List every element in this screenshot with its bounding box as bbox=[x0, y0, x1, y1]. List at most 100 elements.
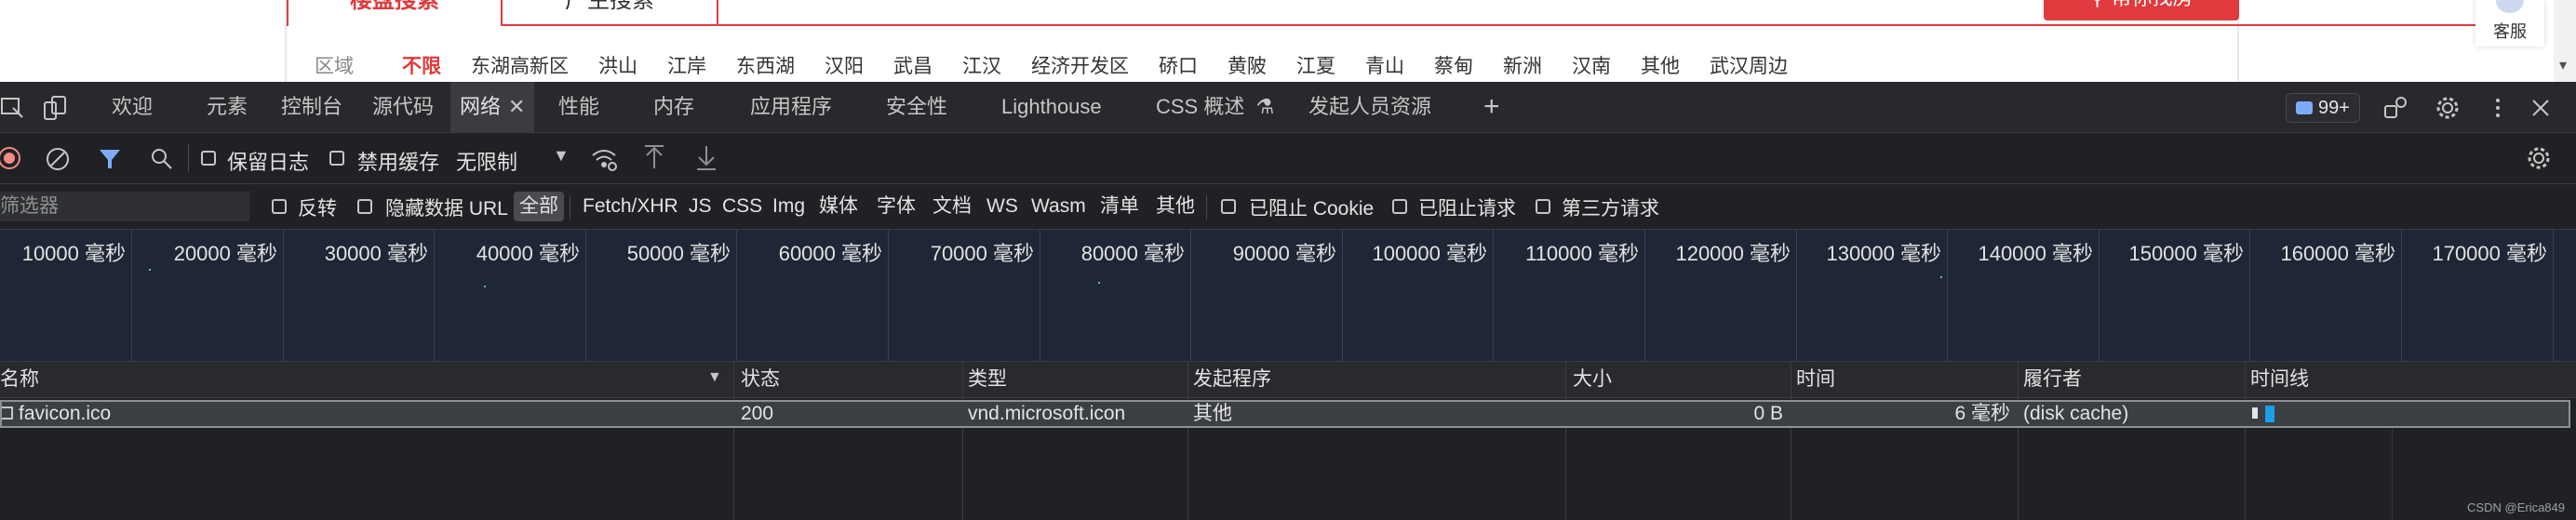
tab-developer-resources[interactable]: 发起人员资源 bbox=[1299, 82, 1441, 132]
overview-gridline bbox=[1796, 230, 1797, 361]
page-scrollbar[interactable]: ▾ bbox=[2554, 0, 2576, 82]
add-tab-icon[interactable]: + bbox=[1474, 82, 1509, 132]
more-options-icon[interactable] bbox=[2485, 95, 2511, 121]
type-filter-js[interactable]: JS bbox=[685, 192, 716, 221]
tab-welcome[interactable]: 欢迎 bbox=[102, 82, 162, 132]
column-header-name[interactable]: 名称 bbox=[0, 362, 39, 397]
chevron-down-icon[interactable]: ▼ bbox=[553, 146, 570, 166]
area-item[interactable]: 经济开发区 bbox=[1031, 51, 1129, 79]
gear-icon[interactable] bbox=[2435, 95, 2461, 121]
issues-count: 99+ bbox=[2318, 98, 2350, 118]
tab-elements[interactable]: 元素 bbox=[197, 82, 257, 132]
area-item[interactable]: 东西湖 bbox=[736, 51, 795, 79]
tab-building-search[interactable]: 楼盘搜索 bbox=[287, 0, 503, 26]
invert-checkbox[interactable] bbox=[272, 199, 287, 214]
record-icon[interactable] bbox=[0, 146, 24, 170]
tab-application[interactable]: 应用程序 bbox=[741, 82, 841, 132]
column-header-initiator[interactable]: 发起程序 bbox=[1193, 362, 1271, 397]
close-icon[interactable]: ✕ bbox=[508, 95, 525, 118]
tab-lighthouse[interactable]: Lighthouse bbox=[992, 82, 1111, 132]
tab-ad-search[interactable]: 广生搜索 bbox=[503, 0, 718, 26]
tab-performance[interactable]: 性能 bbox=[549, 82, 609, 132]
hide-data-urls-checkbox[interactable] bbox=[357, 199, 372, 214]
column-header-fulfilled-by[interactable]: 履行者 bbox=[2023, 362, 2082, 397]
preserve-log-checkbox[interactable] bbox=[201, 151, 216, 166]
column-header-status[interactable]: 状态 bbox=[741, 362, 780, 397]
find-house-button[interactable]: ⚲ 帮你找房 bbox=[2044, 0, 2239, 20]
tab-security[interactable]: 安全性 bbox=[877, 82, 957, 132]
request-name[interactable]: favicon.ico bbox=[19, 402, 111, 426]
area-item[interactable]: 武汉周边 bbox=[1710, 51, 1788, 79]
type-filter-ws[interactable]: WS bbox=[983, 192, 1022, 221]
area-item[interactable]: 江汉 bbox=[962, 51, 1001, 79]
inspect-icon[interactable] bbox=[0, 95, 26, 121]
disable-cache-checkbox[interactable] bbox=[329, 151, 344, 166]
overview-tick-label: 90000 毫秒 bbox=[1232, 242, 1336, 265]
area-item[interactable]: 其他 bbox=[1641, 51, 1680, 79]
column-header-waterfall[interactable]: 时间线 bbox=[2250, 362, 2309, 397]
web-page-area: 楼盘搜索 广生搜索 ⚲ 帮你找房 区域 不限 东湖高新区 洪山 江岸 东西湖 汉… bbox=[0, 0, 2576, 82]
tab-sources[interactable]: 源代码 bbox=[363, 82, 443, 132]
area-item[interactable]: 洪山 bbox=[598, 51, 637, 79]
overview-tick-label: 170000 毫秒 bbox=[2432, 242, 2547, 265]
scroll-down-icon[interactable]: ▾ bbox=[2559, 56, 2567, 74]
download-icon[interactable] bbox=[694, 144, 718, 172]
blocked-requests-checkbox[interactable] bbox=[1392, 199, 1407, 214]
overview-gridline bbox=[2099, 230, 2100, 361]
upload-icon[interactable] bbox=[642, 144, 666, 172]
area-item[interactable]: 青山 bbox=[1365, 51, 1404, 79]
area-item[interactable]: 东湖高新区 bbox=[471, 51, 569, 79]
type-filter-wasm[interactable]: Wasm bbox=[1027, 192, 1090, 221]
column-header-time[interactable]: 时间 bbox=[1796, 362, 1835, 397]
filter-input[interactable]: 筛选器 bbox=[0, 192, 249, 221]
sort-desc-icon[interactable]: ▼ bbox=[707, 369, 722, 386]
close-devtools-icon[interactable] bbox=[2528, 95, 2554, 121]
table-row[interactable]: favicon.ico 200 vnd.microsoft.icon 其他 0 … bbox=[0, 400, 2570, 428]
type-filter-img[interactable]: Img bbox=[769, 192, 809, 221]
overview-tick-label: 140000 毫秒 bbox=[1978, 242, 2093, 265]
clear-icon[interactable] bbox=[45, 146, 71, 172]
tab-memory[interactable]: 内存 bbox=[644, 82, 704, 132]
type-filter-all[interactable]: 全部 bbox=[514, 192, 564, 221]
area-item[interactable]: 不限 bbox=[402, 51, 441, 79]
issues-badge[interactable]: 99+ bbox=[2286, 93, 2360, 123]
type-filter-doc[interactable]: 文档 bbox=[929, 192, 975, 221]
area-item[interactable]: 江岸 bbox=[667, 51, 706, 79]
third-party-checkbox[interactable] bbox=[1536, 199, 1550, 214]
area-item[interactable]: 汉阳 bbox=[825, 51, 864, 79]
network-settings-icon[interactable] bbox=[2526, 145, 2552, 171]
type-filter-font[interactable]: 字体 bbox=[873, 192, 919, 221]
throttle-select[interactable]: 无限制 bbox=[456, 146, 517, 176]
customer-service-button[interactable]: 客服 bbox=[2475, 0, 2544, 47]
type-filter-fetch-xhr[interactable]: Fetch/XHR bbox=[579, 192, 682, 221]
connect-icon[interactable] bbox=[2382, 95, 2408, 121]
area-item[interactable]: 江夏 bbox=[1296, 51, 1335, 79]
request-type: vnd.microsoft.icon bbox=[968, 403, 1126, 424]
area-item[interactable]: 黄陂 bbox=[1228, 51, 1267, 79]
overview-tick-label: 60000 毫秒 bbox=[778, 242, 882, 265]
network-conditions-icon[interactable] bbox=[590, 146, 618, 172]
area-item[interactable]: 蔡甸 bbox=[1434, 51, 1473, 79]
tab-console[interactable]: 控制台 bbox=[272, 82, 352, 132]
search-icon: ⚲ bbox=[2089, 0, 2111, 10]
tab-css-overview[interactable]: CSS 概述 ⚗ bbox=[1147, 82, 1283, 132]
area-item[interactable]: 汉南 bbox=[1572, 51, 1611, 79]
area-item[interactable]: 硚口 bbox=[1159, 51, 1198, 79]
type-filter-css[interactable]: CSS bbox=[718, 192, 766, 221]
overview-gridline bbox=[434, 230, 435, 361]
type-filter-media[interactable]: 媒体 bbox=[815, 192, 862, 221]
column-header-type[interactable]: 类型 bbox=[968, 362, 1007, 397]
toolbar-divider bbox=[188, 144, 189, 172]
type-filter-other[interactable]: 其他 bbox=[1152, 192, 1199, 221]
network-overview[interactable]: 10000 毫秒 20000 毫秒 30000 毫秒 40000 毫秒 50000 毫秒… bbox=[0, 230, 2576, 362]
area-item[interactable]: 武昌 bbox=[893, 51, 932, 79]
overview-gridline bbox=[1190, 230, 1191, 361]
filter-icon[interactable] bbox=[97, 146, 123, 172]
area-item[interactable]: 新洲 bbox=[1503, 51, 1542, 79]
type-filter-manifest[interactable]: 清单 bbox=[1096, 192, 1143, 221]
tab-network[interactable]: 网络 ✕ bbox=[450, 82, 535, 132]
column-header-size[interactable]: 大小 bbox=[1573, 362, 1612, 397]
blocked-cookies-checkbox[interactable] bbox=[1221, 199, 1236, 214]
device-toolbar-icon[interactable] bbox=[43, 95, 69, 121]
search-icon[interactable] bbox=[149, 146, 175, 172]
